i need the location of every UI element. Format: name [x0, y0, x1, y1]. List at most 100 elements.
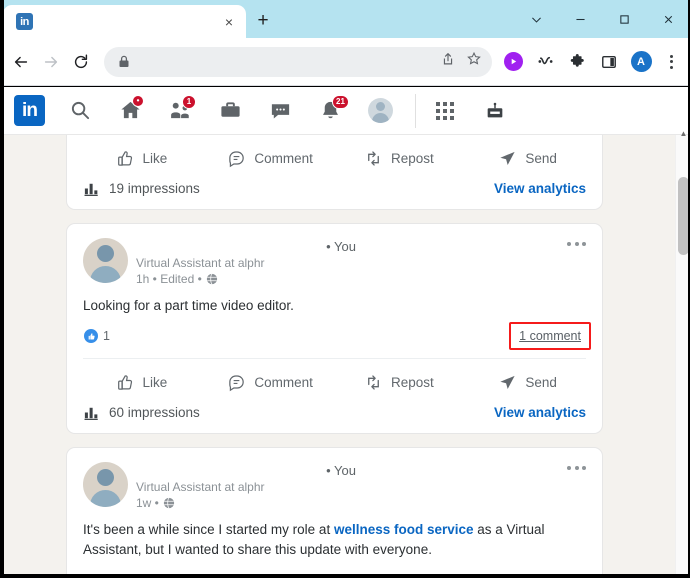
repost-label: Repost: [390, 151, 434, 166]
post-text-3-link[interactable]: wellness food service: [334, 522, 474, 537]
impressions-1: 19 impressions: [83, 180, 200, 197]
nav-notifications-icon[interactable]: 21: [305, 88, 355, 134]
like-label: Like: [142, 151, 168, 166]
post-headline-3: Virtual Assistant at alphr: [136, 480, 265, 494]
nav-my-network-icon[interactable]: 1: [155, 88, 205, 134]
post-card-2: • You Virtual Assistant at alphr 1h • Ed…: [66, 223, 603, 434]
send-button[interactable]: Send: [463, 365, 592, 401]
avatar: [367, 98, 393, 123]
nav-jobs-icon[interactable]: [205, 88, 255, 134]
comment-label: Comment: [254, 375, 313, 390]
address-bar[interactable]: [104, 46, 492, 77]
linkedin-favicon-icon: in: [16, 13, 33, 30]
reload-icon[interactable]: [66, 47, 96, 77]
post-header-3: • You Virtual Assistant at alphr 1w •: [67, 448, 602, 511]
address-input[interactable]: [130, 54, 440, 69]
browser-tab-linkedin[interactable]: in ×: [3, 5, 246, 38]
send-button[interactable]: Send: [463, 141, 592, 177]
post-more-options-icon-3[interactable]: [565, 460, 588, 476]
browser-menu-icon[interactable]: [658, 54, 684, 69]
post-timestamp-row-2: 1h • Edited •: [136, 271, 586, 287]
share-icon[interactable]: [440, 51, 456, 72]
post-timestamp-row-3: 1w •: [136, 495, 586, 511]
repost-button[interactable]: Repost: [335, 365, 464, 401]
maximize-icon[interactable]: [602, 3, 646, 35]
window-frame-left: [0, 0, 4, 578]
post-author-you-2: • You: [326, 239, 356, 254]
view-analytics-link-2[interactable]: View analytics: [494, 405, 586, 420]
post-text-3: It's been a while since I started my rol…: [67, 511, 602, 560]
nav-messaging-icon[interactable]: [255, 88, 305, 134]
window-controls: [514, 0, 690, 38]
send-label: Send: [525, 151, 557, 166]
profile-initial: A: [630, 51, 652, 72]
globe-icon: [163, 497, 175, 509]
puzzle-extensions-icon[interactable]: [562, 47, 592, 77]
post-card-1: Like Comment Repost Send 19 impressions …: [66, 135, 603, 210]
post-text-2: Looking for a part time video editor.: [83, 298, 294, 313]
post-text-3-before: It's been a while since I started my rol…: [83, 522, 334, 537]
linkedin-logo-icon[interactable]: in: [14, 95, 45, 126]
post-actions-2: Like Comment Repost Send: [67, 359, 602, 406]
reaction-count-2: 1: [103, 329, 110, 343]
like-button[interactable]: Like: [77, 365, 206, 401]
nav-home-icon[interactable]: •: [105, 88, 155, 134]
post-avatar-3[interactable]: [83, 462, 128, 507]
notifications-badge: 21: [332, 94, 349, 109]
feed-container: Like Comment Repost Send 19 impressions …: [66, 135, 603, 578]
repost-label: Repost: [390, 375, 434, 390]
window-frame-bottom: [0, 574, 690, 578]
post-timestamp-3: 1w •: [136, 496, 159, 510]
extension-dark-icon[interactable]: [530, 47, 560, 77]
comment-button[interactable]: Comment: [206, 365, 335, 401]
post-reactions-2[interactable]: 1: [83, 328, 110, 344]
post-avatar-2[interactable]: [83, 238, 128, 283]
comment-button[interactable]: Comment: [206, 141, 335, 177]
post-author-you-3: • You: [326, 463, 356, 478]
post-more-options-icon-2[interactable]: [565, 236, 588, 252]
nav-me-avatar[interactable]: [355, 88, 405, 134]
impressions-count-2: 60 impressions: [109, 405, 200, 420]
post-timestamp-2: 1h • Edited •: [136, 272, 202, 286]
post-social-row-2: 1 1 comment: [67, 316, 602, 358]
like-label: Like: [142, 375, 168, 390]
nav-divider: [415, 93, 416, 128]
media-play-extension-icon[interactable]: [498, 47, 528, 77]
post-headline-2: Virtual Assistant at alphr: [136, 256, 265, 270]
globe-icon: [206, 273, 217, 285]
minimize-icon[interactable]: [558, 3, 602, 35]
browser-toolbar: A: [0, 38, 690, 86]
comment-count-link-2[interactable]: 1 comment: [519, 329, 581, 343]
analytics-row-2: 60 impressions View analytics: [67, 404, 602, 433]
extension-icons: A: [498, 47, 690, 77]
bookmark-star-icon[interactable]: [466, 51, 482, 72]
send-label: Send: [525, 375, 557, 390]
new-tab-button[interactable]: +: [250, 8, 276, 34]
nav-for-business-grid-icon[interactable]: [420, 88, 470, 134]
close-tab-icon[interactable]: ×: [218, 11, 240, 33]
analytics-bar-icon: [84, 407, 98, 420]
forward-icon[interactable]: [36, 47, 66, 77]
repost-button[interactable]: Repost: [335, 141, 464, 177]
comment-label: Comment: [254, 151, 313, 166]
tab-search-chevron-down-icon[interactable]: [514, 3, 558, 35]
nav-post-job-icon[interactable]: [470, 88, 520, 134]
like-button[interactable]: Like: [77, 141, 206, 177]
analytics-bar-icon: [84, 183, 98, 196]
my-network-badge: 1: [182, 94, 196, 109]
lock-icon: [118, 55, 130, 68]
post-card-3: • You Virtual Assistant at alphr 1w • It…: [66, 447, 603, 578]
close-window-icon[interactable]: [646, 3, 690, 35]
linkedin-feed-page: Like Comment Repost Send 19 impressions …: [0, 135, 690, 578]
side-panel-icon[interactable]: [594, 47, 624, 77]
back-icon[interactable]: [6, 47, 36, 77]
analytics-row-1: 19 impressions View analytics: [67, 180, 602, 209]
linkedin-global-nav: in • 1 21: [0, 87, 690, 135]
impressions-count-1: 19 impressions: [109, 181, 200, 196]
post-meta-3: • You Virtual Assistant at alphr 1w •: [136, 462, 586, 511]
like-reaction-icon: [83, 328, 99, 344]
view-analytics-link-1[interactable]: View analytics: [494, 181, 586, 196]
post-meta-2: • You Virtual Assistant at alphr 1h • Ed…: [136, 238, 586, 287]
profile-avatar-button[interactable]: A: [626, 47, 656, 77]
nav-search-icon[interactable]: [55, 88, 105, 134]
